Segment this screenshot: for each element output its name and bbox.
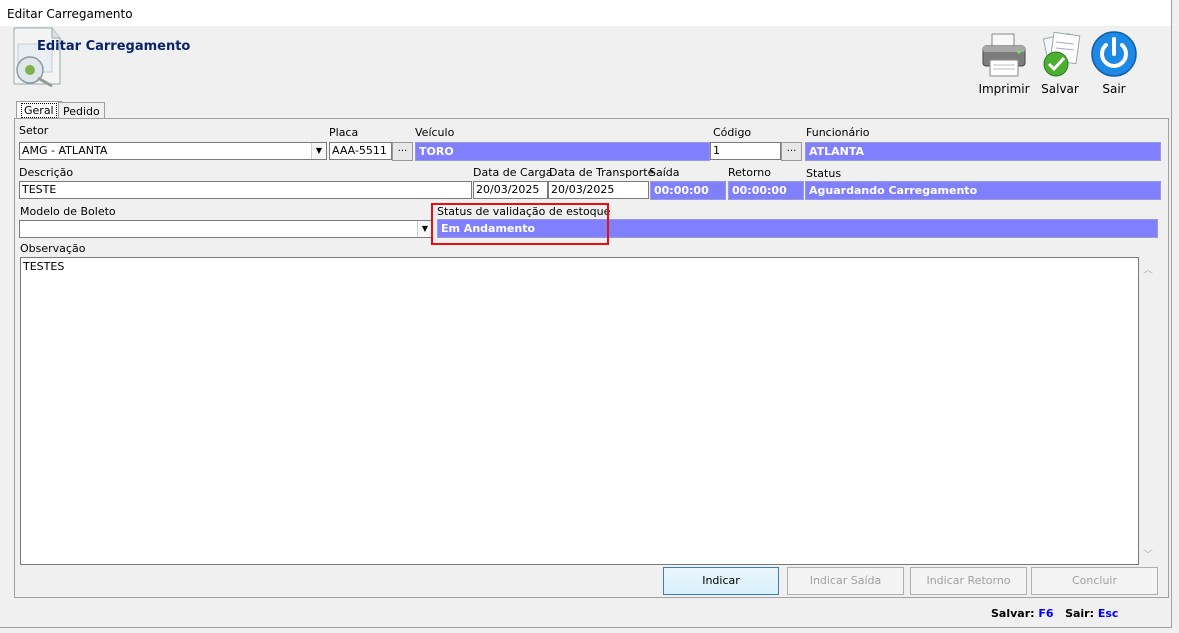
descricao-label: Descrição: [19, 166, 74, 179]
save-label: Salvar: [1041, 82, 1079, 96]
veiculo-field: TORO: [415, 142, 710, 161]
funcionario-label: Funcionário: [806, 126, 870, 139]
tab-pedido-label: Pedido: [63, 105, 100, 118]
header: Editar Carregamento Imprimir Salvar Sair: [0, 26, 1171, 98]
codigo-label: Código: [713, 126, 752, 139]
observacao-scrollbar[interactable]: ︿ ﹀: [1139, 257, 1156, 563]
data-carga-field[interactable]: 20/03/2025: [473, 181, 548, 199]
printer-icon: [982, 33, 1026, 77]
hotkey-hints: Salvar: F6 Sair: Esc: [991, 607, 1118, 620]
save-button[interactable]: Salvar: [1032, 30, 1088, 96]
save-hotkey: F6: [1038, 607, 1054, 620]
window-title: Editar Carregamento: [7, 7, 133, 21]
save-hotkey-text: Salvar:: [991, 607, 1035, 620]
placa-lookup-button[interactable]: ...: [392, 142, 413, 161]
saida-label: Saída: [649, 166, 680, 179]
setor-select[interactable]: AMG - ATLANTA ▼: [19, 142, 327, 160]
data-carga-label: Data de Carga: [473, 166, 553, 179]
setor-value: AMG - ATLANTA: [22, 144, 108, 157]
highlight-box: [431, 203, 609, 245]
codigo-field[interactable]: 1: [710, 142, 781, 160]
veiculo-label: Veículo: [415, 126, 455, 139]
placa-label: Placa: [329, 126, 359, 139]
tab-pedido[interactable]: Pedido: [58, 102, 105, 119]
status-field: Aguardando Carregamento: [805, 181, 1161, 200]
codigo-lookup-button[interactable]: ...: [781, 142, 802, 161]
scroll-down-arrow-icon[interactable]: ﹀: [1143, 546, 1153, 561]
tab-geral[interactable]: Geral: [16, 101, 62, 119]
document-icon: [13, 27, 61, 88]
print-button[interactable]: Imprimir: [976, 30, 1032, 96]
saida-field: 00:00:00: [650, 181, 726, 200]
observacao-textarea[interactable]: TESTES: [20, 257, 1139, 565]
data-transporte-field[interactable]: 20/03/2025: [548, 181, 649, 199]
funcionario-field: ATLANTA: [805, 142, 1161, 161]
status-bar: Salvar: F6 Sair: Esc: [0, 600, 1171, 627]
modelo-boleto-label: Modelo de Boleto: [20, 205, 116, 218]
power-icon: [1091, 31, 1137, 77]
modelo-boleto-select[interactable]: ▼: [19, 220, 433, 238]
exit-label: Sair: [1102, 82, 1126, 96]
dropdown-arrow-icon[interactable]: ▼: [311, 143, 326, 159]
exit-hotkey: Esc: [1097, 607, 1119, 620]
retorno-field: 00:00:00: [728, 181, 804, 200]
editar-carregamento-window: Editar Carregamento Editar Carregamento …: [0, 0, 1172, 628]
header-title: Editar Carregamento: [37, 39, 191, 54]
tab-geral-label: Geral: [21, 103, 57, 118]
observacao-label: Observação: [20, 242, 86, 255]
placa-field[interactable]: AAA-5511: [329, 142, 392, 160]
retorno-label: Retorno: [728, 166, 771, 179]
save-checkmark-icon: [1042, 31, 1081, 77]
scroll-up-arrow-icon[interactable]: ︿: [1143, 261, 1153, 276]
concluir-button[interactable]: Concluir: [1031, 567, 1158, 595]
exit-button[interactable]: Sair: [1086, 30, 1142, 96]
indicar-retorno-button[interactable]: Indicar Retorno: [910, 567, 1027, 595]
dropdown-arrow-icon[interactable]: ▼: [417, 221, 432, 237]
indicar-saida-button[interactable]: Indicar Saída: [787, 567, 904, 595]
title-bar: Editar Carregamento: [0, 0, 1171, 26]
data-transporte-label: Data de Transporte: [549, 166, 655, 179]
status-label: Status: [806, 167, 842, 180]
observacao-value: TESTES: [23, 260, 65, 273]
exit-hotkey-text: Sair:: [1065, 607, 1095, 620]
setor-label: Setor: [19, 124, 49, 137]
print-label: Imprimir: [978, 82, 1030, 96]
indicar-carregamento-button[interactable]: Indicar Carregamento: [663, 567, 779, 613]
descricao-field[interactable]: TESTE: [19, 181, 472, 199]
